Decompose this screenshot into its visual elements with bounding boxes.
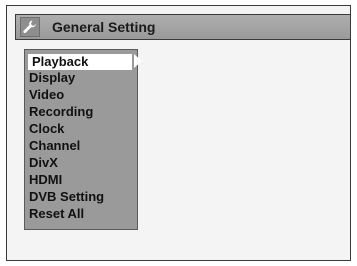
wrench-icon bbox=[20, 17, 40, 37]
menu-item-display[interactable]: Display bbox=[29, 70, 75, 86]
menu-item-recording[interactable]: Recording bbox=[29, 104, 93, 120]
page-title: General Setting bbox=[52, 19, 156, 35]
settings-menu: Playback Display Video Recording Clock C… bbox=[24, 49, 142, 230]
menu-item-hdmi[interactable]: HDMI bbox=[29, 172, 62, 188]
menu-item-dvb-setting[interactable]: DVB Setting bbox=[29, 189, 104, 205]
menu-item-reset-all[interactable]: Reset All bbox=[29, 206, 84, 222]
menu-item-channel[interactable]: Channel bbox=[29, 138, 80, 154]
menu-item-video[interactable]: Video bbox=[29, 87, 64, 103]
chevron-right-icon bbox=[134, 54, 142, 68]
menu-item-clock[interactable]: Clock bbox=[29, 121, 64, 137]
menu-item-playback[interactable]: Playback bbox=[28, 54, 132, 70]
setup-screen: General Setting Playback Display Video R… bbox=[6, 5, 351, 261]
title-bar: General Setting bbox=[15, 14, 351, 40]
menu-item-divx[interactable]: DivX bbox=[29, 155, 58, 171]
